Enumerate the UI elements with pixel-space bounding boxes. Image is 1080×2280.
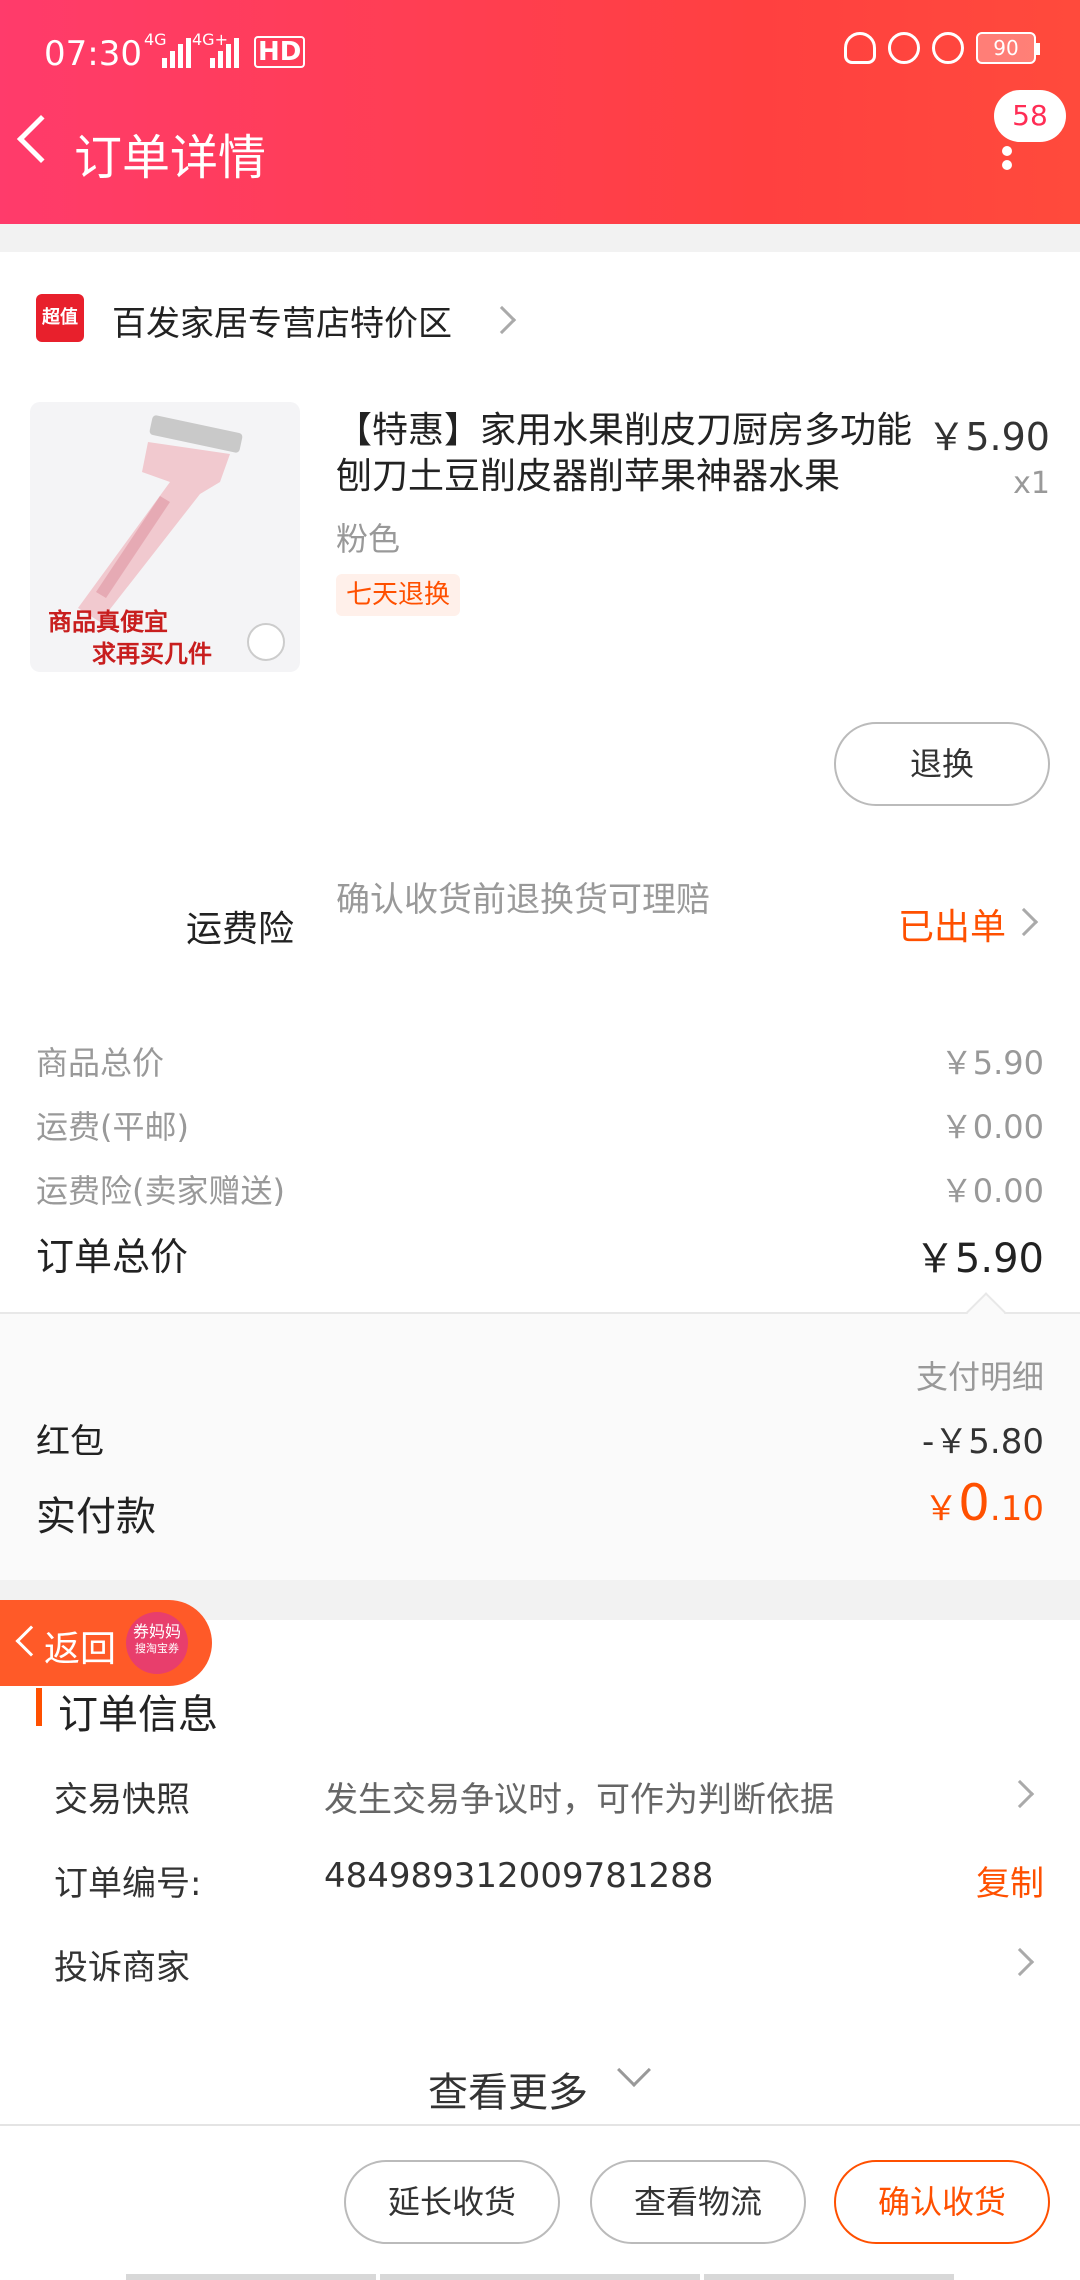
chevron-right-icon[interactable] [1005, 1779, 1035, 1809]
paid-decimal: .10 [989, 1489, 1044, 1529]
fee-value: ￥0.00 [940, 1108, 1044, 1146]
back-arrow-icon [15, 1625, 47, 1657]
coupon-app-sub: 搜淘宝券 [135, 1642, 179, 1655]
return-policy-tag: 七天退换 [336, 574, 461, 616]
payment-detail-label: 支付明细 [915, 1358, 1044, 1396]
alarm-icon [932, 32, 964, 64]
extend-receipt-button[interactable]: 延长收货 [344, 2160, 560, 2244]
view-logistics-button[interactable]: 查看物流 [590, 2160, 806, 2244]
paid-amount-label: 实付款 [36, 1494, 156, 1540]
confirm-receipt-button[interactable]: 确认收货 [834, 2160, 1050, 2244]
copy-button[interactable]: 复制 [976, 1856, 1044, 1905]
mute-bell-icon [844, 32, 876, 64]
signal-icon-2 [210, 38, 239, 68]
insurance-description: 确认收货前退换货可理赔 [336, 880, 710, 920]
insurance-status[interactable]: 已出单 [898, 898, 1006, 950]
header-bar: 07:30 4G 4G+ HD 90 订单详情 58 [0, 0, 1080, 224]
see-more-button[interactable]: 查看更多 [428, 2060, 588, 2118]
payment-details: 支付明细 红包 -￥5.80 实付款 ￥0.10 [0, 1292, 1080, 1580]
fee-value: ￥0.00 [940, 1172, 1044, 1210]
paid-currency: ￥ [924, 1489, 959, 1529]
lock-rotation-icon [888, 32, 920, 64]
return-label: 返回 [44, 1629, 117, 1670]
complain-seller-label[interactable]: 投诉商家 [54, 1940, 190, 1989]
order-info-title: 订单信息 [58, 1692, 218, 1738]
status-bar: 07:30 4G 4G+ HD 90 [44, 30, 1040, 80]
snapshot-label[interactable]: 交易快照 [54, 1772, 190, 1821]
order-card: 超值 百发家居专营店特价区 商品真便宜 求再买几件 【特惠】家用水果削皮刀厨房多… [0, 252, 1080, 1330]
chevron-down-icon[interactable] [617, 2053, 651, 2087]
product-price: ￥5.90 [927, 415, 1050, 459]
image-caption-1: 商品真便宜 [48, 608, 168, 636]
snapshot-value[interactable]: 发生交易争议时，可作为判断依据 [324, 1772, 834, 1821]
insurance-label: 运费险 [186, 909, 295, 950]
paid-integer: 0 [958, 1474, 990, 1532]
fee-value: ￥5.90 [940, 1044, 1044, 1082]
page-title: 订单详情 [74, 130, 267, 186]
back-arrow-icon[interactable] [16, 114, 66, 164]
shop-logo: 超值 [36, 294, 84, 342]
shop-name[interactable]: 百发家居专营店特价区 [112, 296, 452, 345]
product-image[interactable]: 商品真便宜 求再买几件 [30, 402, 300, 672]
fee-label: 商品总价 [36, 1044, 165, 1082]
section-accent-bar [36, 1688, 42, 1726]
order-total-label: 订单总价 [36, 1235, 189, 1279]
nav-handle [126, 2274, 376, 2280]
nav-handle [704, 2274, 954, 2280]
order-number-label: 订单编号: [54, 1864, 202, 1904]
chevron-right-icon[interactable] [1005, 1947, 1035, 1977]
hd-icon: HD [254, 36, 306, 68]
chevron-right-icon[interactable] [487, 305, 517, 335]
order-total-value: ￥5.90 [914, 1236, 1044, 1282]
bottom-action-bar: 延长收货 查看物流 确认收货 [0, 2124, 1080, 2280]
fee-label: 运费(平邮) [36, 1108, 189, 1146]
order-number-value: 484989312009781288 [324, 1856, 714, 1896]
order-info-card: 订单信息 交易快照 发生交易争议时，可作为判断依据 订单编号: 48498931… [0, 1620, 1080, 2124]
more-menu-icon[interactable] [1002, 146, 1014, 176]
chevron-right-icon[interactable] [1009, 907, 1039, 937]
product-title[interactable]: 【特惠】家用水果削皮刀厨房多功能刨刀土豆削皮器削苹果神器水果 [336, 408, 916, 500]
nav-handle [380, 2274, 700, 2280]
battery-icon: 90 [976, 32, 1040, 64]
hongbao-label: 红包 [36, 1422, 104, 1462]
return-exchange-button[interactable]: 退换 [834, 722, 1050, 806]
status-time: 07:30 [44, 34, 142, 74]
product-sku: 粉色 [336, 520, 401, 558]
coupon-app-name: 券妈妈 [132, 1622, 181, 1641]
floating-return-button[interactable]: 返回 券妈妈 搜淘宝券 [0, 1600, 212, 1686]
message-count-badge[interactable]: 58 [994, 90, 1066, 142]
coupon-app-avatar[interactable]: 券妈妈 搜淘宝券 [126, 1612, 188, 1674]
paid-amount-value: ￥0.10 [924, 1474, 1044, 1532]
image-caption-2: 求再买几件 [92, 640, 212, 668]
product-quantity: x1 [1013, 466, 1050, 501]
status-icons: 90 [844, 32, 1040, 64]
fee-label: 运费险(卖家赠送) [36, 1172, 285, 1210]
signal-icon [162, 38, 191, 68]
hongbao-value: -￥5.80 [922, 1422, 1044, 1462]
